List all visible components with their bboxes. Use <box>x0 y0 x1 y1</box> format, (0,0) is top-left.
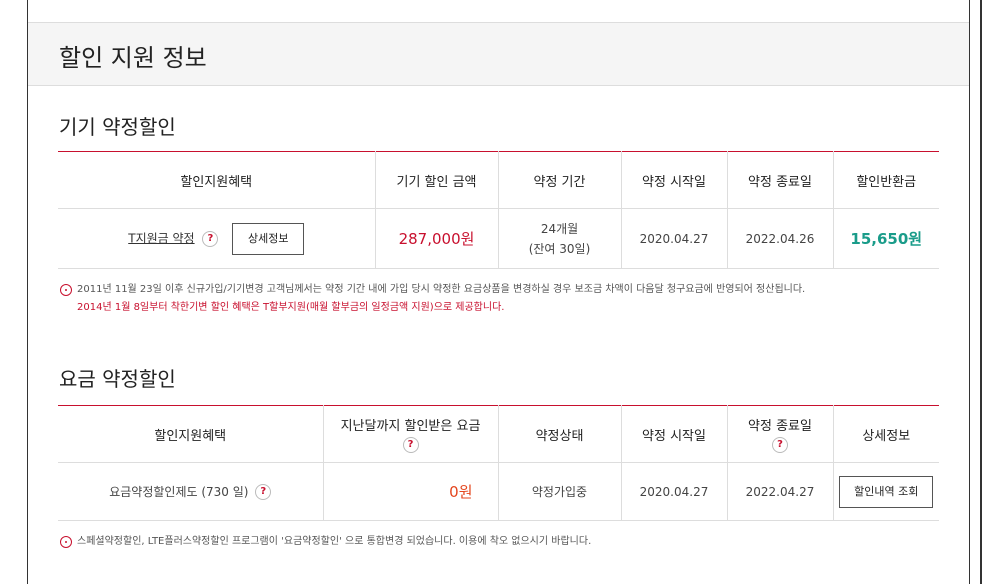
table-header-row: 할인지원혜택 기기 할인 금액 약정 기간 약정 시작일 약정 종료일 할인반환… <box>58 151 939 209</box>
benefit-link[interactable]: T지원금 약정 <box>128 231 194 245</box>
end-date-cell: 2022.04.26 <box>727 208 834 269</box>
page-header: 할인 지원 정보 <box>28 22 969 86</box>
col-end: 약정 종료일 <box>727 151 834 209</box>
note-line: 스페셜약정할인, LTE플러스약정할인 프로그램이 '요금약정할인' 으로 통합… <box>77 536 592 547</box>
table-row: 요금약정할인제도 (730 일) ? 0원 약정가입중 2020.04.27 2… <box>58 462 939 521</box>
rate-discount-table: 할인지원혜택 지난달까지 할인받은 요금 ? 약정상태 약정 시작일 약정 종료… <box>58 405 939 521</box>
note-line-1: 2011년 11월 23일 이후 신규가입/기기변경 고객님께서는 약정 기간 … <box>77 284 806 295</box>
device-discount-table: 할인지원혜택 기기 할인 금액 약정 기간 약정 시작일 약정 종료일 할인반환… <box>58 151 939 269</box>
col-end: 약정 종료일 ? <box>727 405 834 463</box>
period-cell: 24개월 (잔여 30일) <box>498 208 622 269</box>
device-amount-value: 287,000원 <box>398 230 475 248</box>
benefit-label: 요금약정할인제도 (730 일) <box>109 484 249 499</box>
device-discount-title: 기기 약정할인 <box>59 115 176 139</box>
col-discount-received-label: 지난달까지 할인받은 요금 <box>340 419 481 434</box>
detail-info-button[interactable]: 상세정보 <box>232 222 305 255</box>
col-start: 약정 시작일 <box>621 151 728 209</box>
discount-received-cell: 0원 <box>323 462 499 521</box>
device-amount-cell: 287,000원 <box>375 208 499 269</box>
start-date-cell: 2020.04.27 <box>621 208 728 269</box>
table-row: T지원금 약정 ? 상세정보 287,000원 24개월 (잔여 30일) 20… <box>58 208 939 269</box>
window-border <box>980 0 982 584</box>
refund-cell: 15,650원 <box>833 208 939 269</box>
col-period: 약정 기간 <box>498 151 622 209</box>
rate-discount-note: 스페셜약정할인, LTE플러스약정할인 프로그램이 '요금약정할인' 으로 통합… <box>60 533 940 551</box>
detail-cell: 할인내역 조회 <box>833 462 939 521</box>
col-refund: 할인반환금 <box>833 151 939 209</box>
page-title: 할인 지원 정보 <box>59 44 207 72</box>
start-date-cell: 2020.04.27 <box>621 462 728 521</box>
col-benefit: 할인지원혜택 <box>58 405 324 463</box>
status-cell: 약정가입중 <box>498 462 622 521</box>
table-header-row: 할인지원혜택 지난달까지 할인받은 요금 ? 약정상태 약정 시작일 약정 종료… <box>58 405 939 463</box>
help-icon[interactable]: ? <box>202 230 219 247</box>
end-date-cell: 2022.04.27 <box>727 462 834 521</box>
note-line-2: 2014년 1월 8일부터 착한기변 할인 혜택은 T할부지원(매월 할부금의 … <box>77 302 505 313</box>
device-discount-note: 2011년 11월 23일 이후 신규가입/기기변경 고객님께서는 약정 기간 … <box>60 281 940 317</box>
help-icon[interactable]: ? <box>255 484 272 501</box>
col-detail: 상세정보 <box>833 405 939 463</box>
col-discount-received: 지난달까지 할인받은 요금 ? <box>323 405 499 463</box>
info-circle-icon <box>60 536 72 548</box>
benefit-cell: T지원금 약정 ? 상세정보 <box>58 208 376 269</box>
info-circle-icon <box>60 284 72 296</box>
col-status: 약정상태 <box>498 405 622 463</box>
discount-history-button[interactable]: 할인내역 조회 <box>839 475 934 508</box>
content-frame: 할인 지원 정보 기기 약정할인 할인지원혜택 기기 할인 금액 약정 기간 약… <box>27 0 970 584</box>
period-months: 24개월 <box>540 222 579 236</box>
help-icon[interactable]: ? <box>772 437 788 453</box>
period-remaining: (잔여 30일) <box>528 242 591 256</box>
col-benefit: 할인지원혜택 <box>58 151 376 209</box>
benefit-cell: 요금약정할인제도 (730 일) ? <box>58 462 324 521</box>
col-device-amount: 기기 할인 금액 <box>375 151 499 209</box>
help-icon[interactable]: ? <box>402 437 419 453</box>
refund-value: 15,650원 <box>850 230 923 248</box>
rate-discount-title: 요금 약정할인 <box>59 367 176 391</box>
col-end-label: 약정 종료일 <box>748 419 812 434</box>
discount-received-value: 0원 <box>449 483 473 501</box>
col-start: 약정 시작일 <box>621 405 728 463</box>
